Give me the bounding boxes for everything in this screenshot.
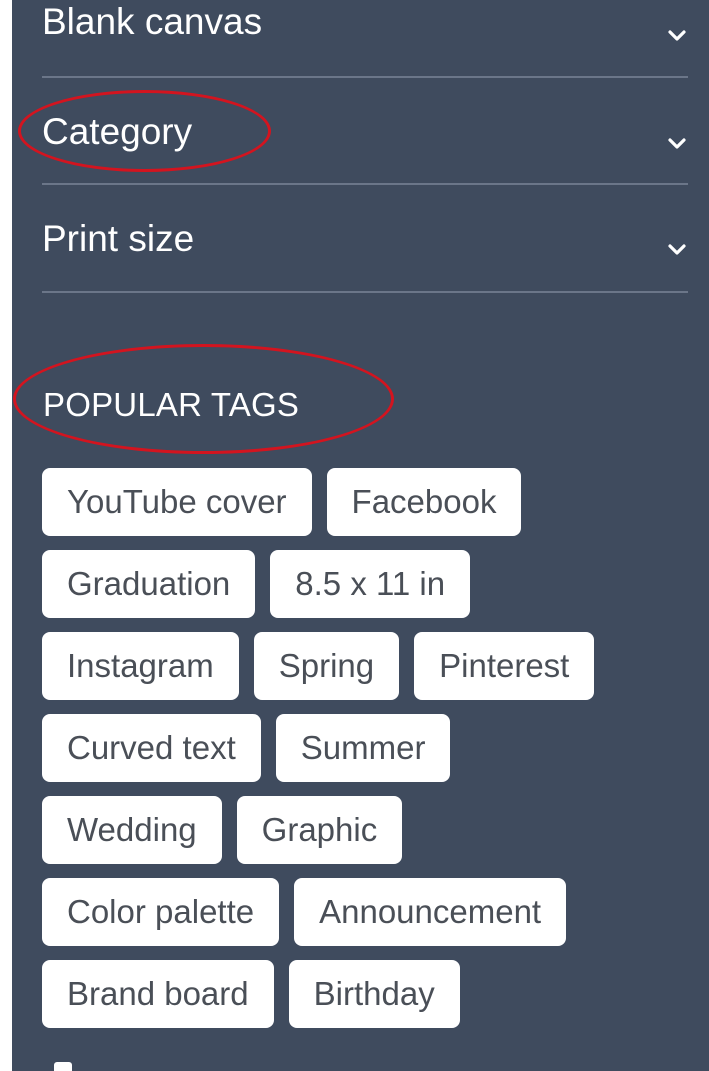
tag-row: Instagram Spring Pinterest	[42, 632, 682, 714]
tag-graphic[interactable]: Graphic	[236, 796, 403, 864]
tag-row: YouTube cover Facebook	[42, 468, 682, 550]
filter-label: Category	[42, 111, 193, 152]
filter-category[interactable]: Category	[42, 78, 688, 185]
tag-announcement[interactable]: Announcement	[294, 878, 567, 946]
tag-row: Curved text Summer	[42, 714, 682, 796]
tag-pinterest[interactable]: Pinterest	[414, 632, 595, 700]
divider	[42, 291, 688, 293]
popular-tags-list: YouTube cover Facebook Graduation 8.5 x …	[42, 468, 682, 1042]
tag-curved-text[interactable]: Curved text	[42, 714, 261, 782]
tag-brand-board[interactable]: Brand board	[42, 960, 274, 1028]
tag-graduation[interactable]: Graduation	[42, 550, 256, 618]
tag-birthday[interactable]: Birthday	[288, 960, 460, 1028]
tag-youtube-cover[interactable]: YouTube cover	[42, 468, 312, 536]
tag-color-palette[interactable]: Color palette	[42, 878, 280, 946]
cut-off-item	[54, 1062, 72, 1071]
tag-row: Wedding Graphic	[42, 796, 682, 878]
filter-label: Blank canvas	[42, 1, 263, 42]
tag-wedding[interactable]: Wedding	[42, 796, 222, 864]
chevron-down-icon[interactable]	[668, 135, 686, 153]
tag-row: Brand board Birthday	[42, 960, 682, 1042]
tag-instagram[interactable]: Instagram	[42, 632, 239, 700]
tag-row: Graduation 8.5 x 11 in	[42, 550, 682, 632]
tag-facebook[interactable]: Facebook	[326, 468, 522, 536]
tag-row: Color palette Announcement	[42, 878, 682, 960]
tag-spring[interactable]: Spring	[253, 632, 400, 700]
tag-8-5-x-11-in[interactable]: 8.5 x 11 in	[270, 550, 471, 618]
popular-tags-heading: POPULAR TAGS	[43, 386, 300, 423]
tag-summer[interactable]: Summer	[275, 714, 451, 782]
chevron-down-icon[interactable]	[668, 241, 686, 259]
filter-sidebar: Blank canvas Category Print size POPULAR…	[12, 0, 709, 1071]
chevron-down-icon[interactable]	[668, 27, 686, 45]
filter-print-size[interactable]: Print size	[42, 185, 688, 292]
filter-label: Print size	[42, 218, 195, 259]
